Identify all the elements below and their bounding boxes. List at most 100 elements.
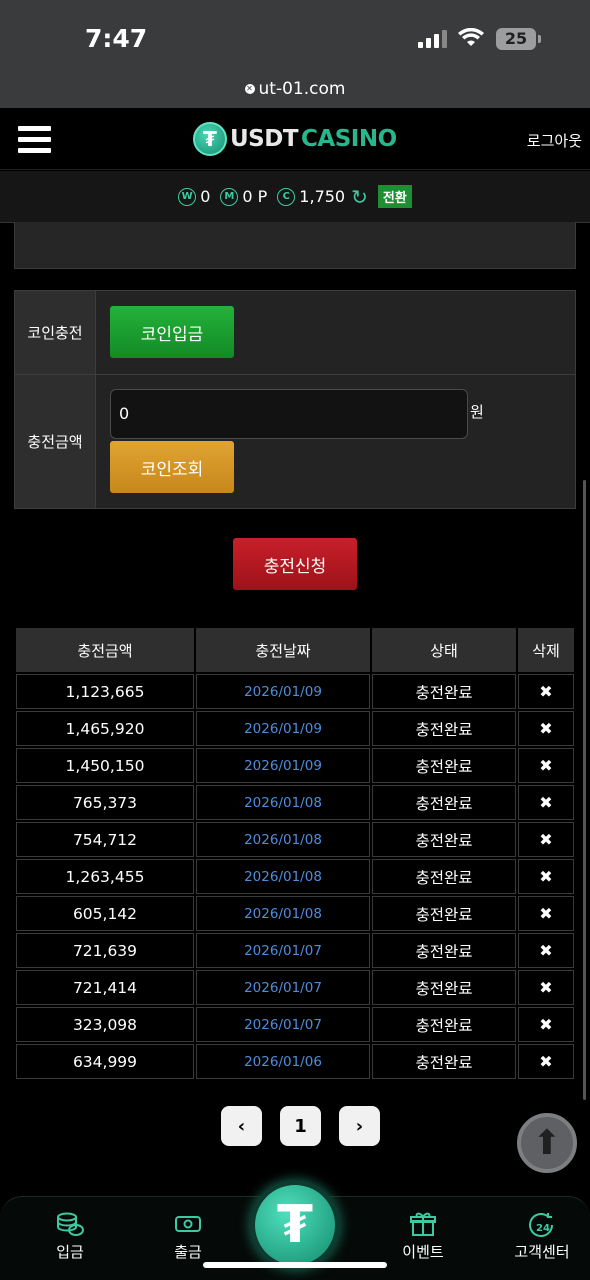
delete-icon[interactable]: ✖ — [518, 785, 574, 820]
won-icon: W — [178, 187, 197, 206]
amount-row: 충전금액 0 원 코인조회 — [15, 375, 575, 508]
table-header-row: 충전금액 충전날짜 상태 삭제 — [16, 628, 574, 672]
coin-icon: C — [277, 187, 296, 206]
gift-icon — [378, 1211, 468, 1241]
coin-balance: C 1,750 — [277, 187, 345, 206]
signal-icon — [418, 30, 447, 48]
nav-deposit-label: 입금 — [56, 1243, 84, 1261]
cell-amount: 605,142 — [16, 896, 194, 931]
switch-button[interactable]: 전환 — [377, 185, 412, 208]
app-header: ₮ USDT CASINO 로그아웃 — [0, 108, 590, 170]
site-logo[interactable]: ₮ USDT CASINO — [193, 122, 397, 156]
support-24-icon: 24 — [497, 1211, 587, 1241]
cell-date: 2026/01/08 — [196, 896, 370, 931]
logo-text-usdt: USDT — [230, 126, 299, 152]
cell-status: 충전완료 — [372, 1044, 516, 1079]
logout-link[interactable]: 로그아웃 — [527, 130, 582, 151]
charge-request-button[interactable]: 충전신청 — [233, 538, 357, 590]
coins-icon — [25, 1211, 115, 1241]
pagination: ‹ 1 › — [221, 1106, 380, 1146]
cell-date: 2026/01/07 — [196, 933, 370, 968]
cell-amount: 1,465,920 — [16, 711, 194, 746]
cell-date: 2026/01/08 — [196, 785, 370, 820]
cell-amount: 721,414 — [16, 970, 194, 1005]
amount-input[interactable]: 0 — [110, 389, 468, 439]
cell-status: 충전완료 — [372, 933, 516, 968]
table-row: 1,263,455 2026/01/08 충전완료 ✖ — [16, 859, 574, 894]
cell-amount: 1,123,665 — [16, 674, 194, 709]
delete-icon[interactable]: ✖ — [518, 711, 574, 746]
delete-icon[interactable]: ✖ — [518, 933, 574, 968]
logo-text-casino: CASINO — [301, 126, 397, 152]
cell-date: 2026/01/09 — [196, 748, 370, 783]
table-row: 605,142 2026/01/08 충전완료 ✖ — [16, 896, 574, 931]
tether-home-button[interactable]: ₮ — [250, 1180, 340, 1270]
cell-amount: 634,999 — [16, 1044, 194, 1079]
prev-page-button[interactable]: ‹ — [221, 1106, 262, 1146]
charge-form: 코인충전 코인입금 충전금액 0 원 코인조회 — [14, 290, 576, 509]
cell-amount: 1,263,455 — [16, 859, 194, 894]
delete-icon[interactable]: ✖ — [518, 748, 574, 783]
cell-date: 2026/01/09 — [196, 711, 370, 746]
delete-icon[interactable]: ✖ — [518, 970, 574, 1005]
cell-amount: 323,098 — [16, 1007, 194, 1042]
nav-support-label: 고객센터 — [514, 1243, 570, 1261]
ios-status-bar: 7:47 25 — [0, 0, 590, 70]
cell-amount: 721,639 — [16, 933, 194, 968]
table-row: 1,450,150 2026/01/09 충전완료 ✖ — [16, 748, 574, 783]
table-row: 765,373 2026/01/08 충전완료 ✖ — [16, 785, 574, 820]
cell-status: 충전완료 — [372, 748, 516, 783]
cell-date: 2026/01/08 — [196, 822, 370, 857]
amount-label: 충전금액 — [15, 375, 95, 508]
delete-icon[interactable]: ✖ — [518, 896, 574, 931]
cell-status: 충전완료 — [372, 822, 516, 857]
coin-charge-label: 코인충전 — [15, 291, 95, 374]
delete-icon[interactable]: ✖ — [518, 1044, 574, 1079]
cell-date: 2026/01/08 — [196, 859, 370, 894]
mileage-balance-value: 0 P — [242, 187, 268, 206]
amount-unit: 원 — [470, 402, 484, 421]
charge-history-table: 충전금액 충전날짜 상태 삭제 1,123,665 2026/01/09 충전완료 ✖… — [14, 626, 576, 1081]
cell-date: 2026/01/07 — [196, 970, 370, 1005]
tether-icon: ₮ — [276, 1195, 314, 1255]
delete-icon[interactable]: ✖ — [518, 1007, 574, 1042]
cash-icon — [143, 1211, 233, 1241]
nav-withdraw[interactable]: 출금 — [143, 1211, 233, 1262]
nav-deposit[interactable]: 입금 — [25, 1211, 115, 1262]
table-row: 634,999 2026/01/06 충전완료 ✖ — [16, 1044, 574, 1079]
refresh-icon[interactable]: ↻ — [351, 185, 368, 209]
balance-bar: W 0 M 0 P C 1,750 ↻ 전환 — [0, 171, 590, 223]
scroll-to-top-button[interactable]: ⬆ — [517, 1113, 577, 1173]
site-settings-icon[interactable]: ✕ — [244, 84, 255, 94]
column-header-amount: 충전금액 — [16, 628, 194, 672]
coin-check-button[interactable]: 코인조회 — [110, 441, 234, 493]
table-row: 323,098 2026/01/07 충전완료 ✖ — [16, 1007, 574, 1042]
mileage-icon: M — [220, 187, 239, 206]
cell-status: 충전완료 — [372, 1007, 516, 1042]
svg-text:24: 24 — [536, 1223, 550, 1234]
menu-icon[interactable] — [18, 126, 51, 154]
nav-withdraw-label: 출금 — [174, 1243, 202, 1261]
next-page-button[interactable]: › — [339, 1106, 380, 1146]
delete-icon[interactable]: ✖ — [518, 859, 574, 894]
status-time: 7:47 — [85, 24, 148, 53]
browser-url-bar[interactable]: ✕ ut-01.com — [0, 70, 590, 108]
url-text[interactable]: ut-01.com — [259, 79, 346, 99]
nav-event[interactable]: 이벤트 — [378, 1211, 468, 1262]
won-balance-value: 0 — [200, 187, 211, 206]
cell-status: 충전완료 — [372, 785, 516, 820]
coin-deposit-button[interactable]: 코인입금 — [110, 306, 234, 358]
scrollbar[interactable] — [583, 480, 586, 1100]
column-header-delete: 삭제 — [518, 628, 574, 672]
won-balance: W 0 — [178, 187, 210, 206]
mileage-balance: M 0 P — [220, 187, 267, 206]
page-1-button[interactable]: 1 — [280, 1106, 321, 1146]
delete-icon[interactable]: ✖ — [518, 822, 574, 857]
delete-icon[interactable]: ✖ — [518, 674, 574, 709]
cell-date: 2026/01/09 — [196, 674, 370, 709]
cell-date: 2026/01/06 — [196, 1044, 370, 1079]
nav-support[interactable]: 24 고객센터 — [497, 1211, 587, 1262]
cell-status: 충전완료 — [372, 970, 516, 1005]
cell-date: 2026/01/07 — [196, 1007, 370, 1042]
cell-amount: 754,712 — [16, 822, 194, 857]
